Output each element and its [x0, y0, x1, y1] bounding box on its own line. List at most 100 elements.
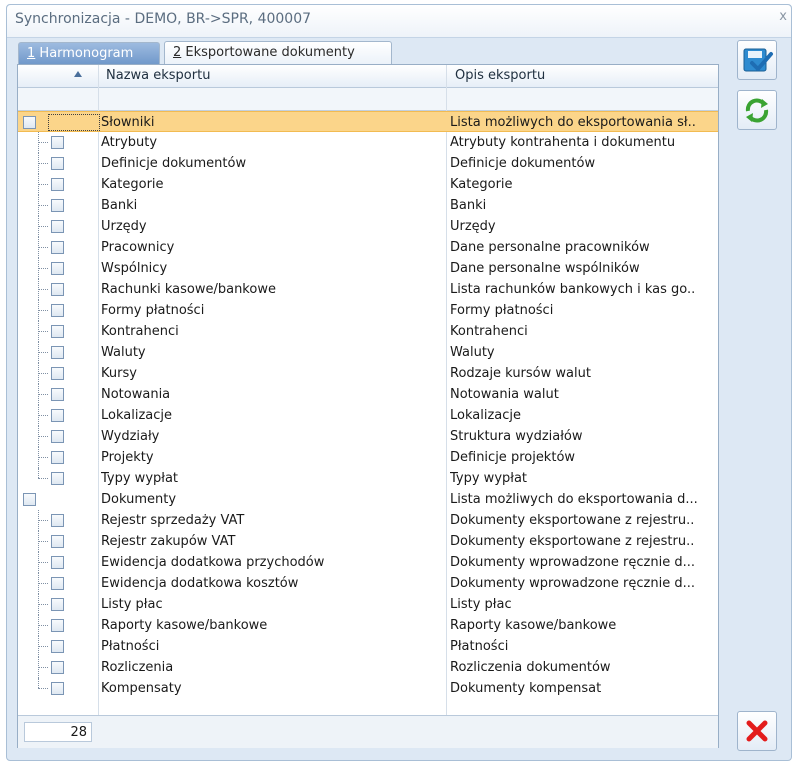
row-checkbox[interactable] [51, 241, 64, 254]
tree-connector [38, 405, 40, 426]
cell-name: Rozliczenia [101, 660, 174, 675]
cell-description: Formy płatności [450, 303, 554, 318]
tree-connector [38, 300, 40, 321]
cancel-button[interactable] [737, 711, 777, 751]
table-row[interactable]: Ewidencja dodatkowa kosztów Dokumenty wpr… [18, 573, 718, 594]
row-checkbox[interactable] [51, 472, 64, 485]
table-row[interactable]: Słowniki Lista możliwych do eksportowania… [18, 111, 718, 132]
export-grid: Nazwa eksportu Opis eksportu Słowniki Lis… [17, 64, 719, 748]
table-row[interactable]: Kursy Rodzaje kursów walut [18, 363, 718, 384]
row-checkbox[interactable] [51, 136, 64, 149]
table-row[interactable]: Formy płatności Formy płatności [18, 300, 718, 321]
grid-header: Nazwa eksportu Opis eksportu [18, 65, 718, 88]
table-row[interactable]: Waluty Waluty [18, 342, 718, 363]
row-checkbox[interactable] [51, 640, 64, 653]
cell-name: Lokalizacje [101, 408, 173, 423]
row-checkbox[interactable] [51, 199, 64, 212]
table-row[interactable]: Kategorie Kategorie [18, 174, 718, 195]
table-row[interactable]: Ewidencja dodatkowa przychodów Dokumenty … [18, 552, 718, 573]
cell-description: Rodzaje kursów walut [450, 366, 591, 381]
row-checkbox[interactable] [51, 682, 64, 695]
cell-description: Dokumenty kompensat [450, 681, 602, 696]
row-checkbox[interactable] [51, 451, 64, 464]
table-row[interactable]: Urzędy Urzędy [18, 216, 718, 237]
cell-name: Waluty [101, 345, 146, 360]
row-checkbox[interactable] [51, 409, 64, 422]
tree-connector [38, 363, 40, 384]
tree-connector [38, 510, 40, 531]
table-row[interactable]: Rachunki kasowe/bankowe Lista rachunków b… [18, 279, 718, 300]
cell-description: Urzędy [450, 219, 496, 234]
tree-connector [38, 426, 40, 447]
table-row[interactable]: Atrybuty Atrybuty kontrahenta i dokumentu [18, 132, 718, 153]
row-checkbox[interactable] [23, 116, 36, 129]
table-row[interactable]: Rozliczenia Rozliczenia dokumentów [18, 657, 718, 678]
column-header-desc[interactable]: Opis eksportu [455, 68, 545, 83]
cell-name: Listy płac [101, 597, 163, 612]
refresh-icon [745, 98, 769, 123]
column-header-name[interactable]: Nazwa eksportu [106, 68, 210, 83]
table-row[interactable]: Raporty kasowe/bankowe Raporty kasowe/ban… [18, 615, 718, 636]
row-checkbox[interactable] [51, 325, 64, 338]
row-checkbox[interactable] [51, 220, 64, 233]
row-checkbox[interactable] [51, 367, 64, 380]
table-row[interactable]: Lokalizacje Lokalizacje [18, 405, 718, 426]
table-row[interactable]: Projekty Definicje projektów [18, 447, 718, 468]
table-row[interactable]: Dokumenty Lista możliwych do eksportowani… [18, 489, 718, 510]
cell-name: Płatności [101, 639, 160, 654]
row-checkbox[interactable] [51, 556, 64, 569]
row-checkbox[interactable] [51, 598, 64, 611]
cancel-icon [746, 720, 768, 742]
row-checkbox[interactable] [51, 283, 64, 296]
cell-description: Dokumenty wprowadzone ręcznie d... [450, 555, 695, 570]
row-checkbox[interactable] [51, 514, 64, 527]
row-checkbox[interactable] [51, 157, 64, 170]
cell-description: Dokumenty eksportowane z rejestru.. [450, 534, 695, 549]
table-row[interactable]: Płatności Płatności [18, 636, 718, 657]
row-checkbox[interactable] [23, 493, 36, 506]
tree-connector [38, 573, 40, 594]
refresh-button[interactable] [737, 90, 777, 130]
save-button[interactable] [737, 40, 777, 80]
row-checkbox[interactable] [51, 304, 64, 317]
table-row[interactable]: Kompensaty Dokumenty kompensat [18, 678, 718, 699]
cell-name: Kursy [101, 366, 137, 381]
table-row[interactable]: Wspólnicy Dane personalne wspólników [18, 258, 718, 279]
table-row[interactable]: Banki Banki [18, 195, 718, 216]
cell-description: Listy płac [450, 597, 512, 612]
row-checkbox[interactable] [51, 430, 64, 443]
row-checkbox[interactable] [51, 178, 64, 191]
row-checkbox[interactable] [51, 346, 64, 359]
row-checkbox[interactable] [51, 661, 64, 674]
cell-name: Raporty kasowe/bankowe [101, 618, 268, 633]
table-row[interactable]: Listy płac Listy płac [18, 594, 718, 615]
table-row[interactable]: Typy wypłat Typy wypłat [18, 468, 718, 489]
tree-connector [38, 468, 40, 478]
row-checkbox[interactable] [51, 535, 64, 548]
tab-eksportowane-dokumenty[interactable]: 2 Eksportowane dokumenty [164, 41, 392, 66]
table-row[interactable]: Definicje dokumentów Definicje dokumentów [18, 153, 718, 174]
record-count: 28 [24, 722, 92, 742]
cell-description: Kategorie [450, 177, 513, 192]
cell-name: Projekty [101, 450, 154, 465]
table-row[interactable]: Rejestr sprzedaży VAT Dokumenty eksportow… [18, 510, 718, 531]
cell-name: Słowniki [101, 115, 155, 130]
close-icon[interactable]: x [779, 9, 787, 24]
tab-harmonogram[interactable]: 1 Harmonogram [18, 42, 160, 65]
table-row[interactable]: Rejestr zakupów VAT Dokumenty eksportowan… [18, 531, 718, 552]
cell-name: Rachunki kasowe/bankowe [101, 282, 276, 297]
table-row[interactable]: Kontrahenci Kontrahenci [18, 321, 718, 342]
cell-name: Kontrahenci [101, 324, 179, 339]
cell-description: Lista rachunków bankowych i kas go.. [450, 282, 696, 297]
row-checkbox[interactable] [51, 619, 64, 632]
filter-row[interactable] [18, 88, 718, 111]
row-checkbox[interactable] [51, 388, 64, 401]
row-checkbox[interactable] [51, 577, 64, 590]
cell-name: Ewidencja dodatkowa kosztów [101, 576, 299, 591]
cell-description: Raporty kasowe/bankowe [450, 618, 617, 633]
table-row[interactable]: Pracownicy Dane personalne pracowników [18, 237, 718, 258]
table-row[interactable]: Notowania Notowania walut [18, 384, 718, 405]
table-row[interactable]: Wydziały Struktura wydziałów [18, 426, 718, 447]
row-checkbox[interactable] [51, 262, 64, 275]
sort-ascending-icon[interactable] [74, 71, 82, 77]
